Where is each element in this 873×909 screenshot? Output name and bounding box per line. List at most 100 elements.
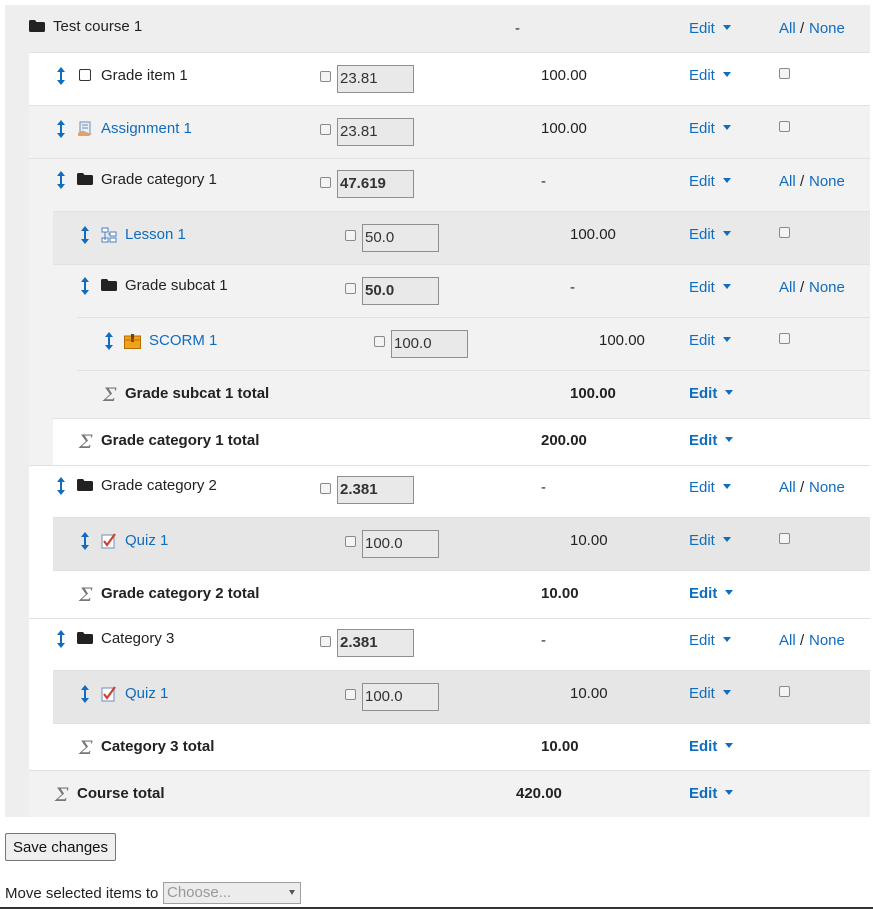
max-grade: 10.00 [570, 685, 608, 702]
weight-input[interactable]: 2.381 [337, 629, 414, 657]
select-none-link[interactable]: None [809, 279, 845, 297]
weight-override-checkbox[interactable] [320, 636, 331, 647]
edit-menu-button[interactable]: Edit [689, 532, 731, 550]
total-name: Grade category 2 total [101, 585, 260, 602]
weight-override-checkbox[interactable] [345, 536, 356, 547]
edit-menu-button[interactable]: Edit [689, 226, 731, 244]
weight-input[interactable]: 23.81 [337, 118, 414, 146]
weight-input[interactable]: 2.381 [337, 476, 414, 504]
weight-override-checkbox[interactable] [345, 283, 356, 294]
weight-override-checkbox[interactable] [374, 336, 385, 347]
move-target-select[interactable]: Choose... [163, 882, 301, 904]
move-icon[interactable] [80, 684, 90, 704]
save-changes-button[interactable]: Save changes [5, 833, 116, 861]
divider [77, 317, 870, 318]
activity-link[interactable]: Assignment 1 [101, 120, 192, 138]
select-item-checkbox[interactable] [779, 227, 790, 238]
select-none-link[interactable]: None [809, 479, 845, 497]
max-grade: - [541, 173, 546, 190]
item-name: Grade item 1 [101, 67, 188, 84]
max-grade: 100.00 [570, 385, 616, 402]
edit-menu-button[interactable]: Edit [689, 585, 734, 603]
weight-input[interactable]: 47.619 [337, 170, 414, 198]
edit-menu-button[interactable]: Edit [689, 20, 731, 38]
select-none-link[interactable]: None [809, 20, 845, 38]
scorm-package-icon [124, 334, 141, 349]
select-all-link[interactable]: All [779, 479, 796, 497]
weight-input[interactable]: 100.0 [391, 330, 468, 358]
chevron-down-icon [289, 890, 295, 895]
folder-icon [77, 479, 93, 491]
separator: / [800, 479, 805, 496]
max-grade: 100.00 [541, 67, 587, 84]
edit-menu-button[interactable]: Edit [689, 173, 731, 191]
edit-menu-button[interactable]: Edit [689, 332, 731, 350]
caret-down-icon [722, 178, 731, 184]
divider [53, 723, 870, 724]
weight-input[interactable]: 50.0 [362, 277, 439, 305]
weight-override-checkbox[interactable] [345, 689, 356, 700]
edit-menu-button[interactable]: Edit [689, 120, 731, 138]
caret-down-icon [722, 337, 731, 343]
select-item-checkbox[interactable] [779, 68, 790, 79]
weight-override-checkbox[interactable] [345, 230, 356, 241]
select-all-link[interactable]: All [779, 279, 796, 297]
divider [53, 517, 870, 518]
select-item-checkbox[interactable] [779, 533, 790, 544]
move-icon[interactable] [56, 170, 66, 190]
weight-override-checkbox[interactable] [320, 177, 331, 188]
select-item-checkbox[interactable] [779, 686, 790, 697]
edit-menu-button[interactable]: Edit [689, 632, 731, 650]
manual-item-icon [79, 69, 91, 81]
weight-input[interactable]: 100.0 [362, 530, 439, 558]
edit-menu-button[interactable]: Edit [689, 432, 734, 450]
move-icon[interactable] [80, 276, 90, 296]
activity-link[interactable]: Lesson 1 [125, 226, 186, 244]
edit-menu-button[interactable]: Edit [689, 479, 731, 497]
select-none-link[interactable]: None [809, 173, 845, 191]
weight-input[interactable]: 23.81 [337, 65, 414, 93]
total-name: Grade subcat 1 total [125, 385, 270, 402]
divider [29, 105, 870, 106]
weight-override-checkbox[interactable] [320, 483, 331, 494]
move-icon[interactable] [80, 225, 90, 245]
select-none-link[interactable]: None [809, 632, 845, 650]
select-all-link[interactable]: All [779, 173, 796, 191]
select-item-checkbox[interactable] [779, 333, 790, 344]
folder-icon [29, 20, 45, 32]
max-grade: 100.00 [599, 332, 645, 349]
select-item-checkbox[interactable] [779, 121, 790, 132]
category-name: Grade category 2 [101, 477, 217, 494]
activity-link[interactable]: Quiz 1 [125, 532, 168, 550]
activity-link[interactable]: Quiz 1 [125, 685, 168, 703]
move-icon[interactable] [80, 531, 90, 551]
edit-menu-button[interactable]: Edit [689, 279, 731, 297]
weight-input[interactable]: 50.0 [362, 224, 439, 252]
move-icon[interactable] [104, 331, 114, 351]
max-grade: 420.00 [516, 785, 562, 802]
edit-menu-button[interactable]: Edit [689, 685, 731, 703]
edit-menu-button[interactable]: Edit [689, 385, 734, 403]
separator: / [800, 279, 805, 296]
select-all-link[interactable]: All [779, 20, 796, 38]
quiz-icon [101, 533, 116, 549]
weight-override-checkbox[interactable] [320, 71, 331, 82]
select-all-link[interactable]: All [779, 632, 796, 650]
edit-menu-button[interactable]: Edit [689, 785, 734, 803]
edit-menu-button[interactable]: Edit [689, 67, 731, 85]
weight-input[interactable]: 100.0 [362, 683, 439, 711]
activity-link[interactable]: SCORM 1 [149, 332, 217, 350]
move-icon[interactable] [56, 66, 66, 86]
divider [53, 570, 870, 571]
move-icon[interactable] [56, 629, 66, 649]
edit-menu-button[interactable]: Edit [689, 738, 734, 756]
caret-down-icon [722, 637, 731, 643]
move-icon[interactable] [56, 119, 66, 139]
total-name: Category 3 total [101, 738, 215, 755]
move-icon[interactable] [56, 476, 66, 496]
separator: / [800, 20, 805, 37]
category-name: Category 3 [101, 630, 175, 647]
lesson-icon [101, 227, 117, 243]
weight-override-checkbox[interactable] [320, 124, 331, 135]
max-grade: - [570, 279, 575, 296]
